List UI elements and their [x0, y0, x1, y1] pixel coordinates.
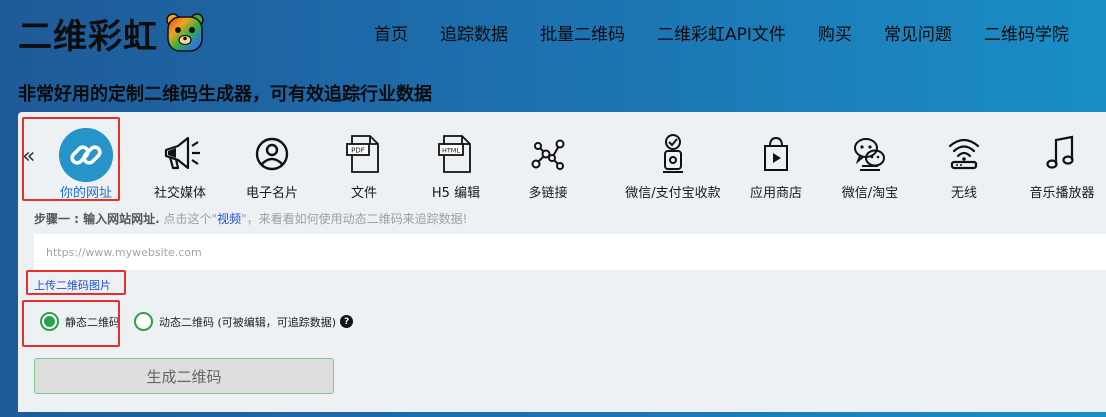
type-tab-payment[interactable]: 微信/支付宝收款 — [618, 120, 728, 210]
logo-text: 二维彩虹 — [18, 16, 158, 57]
type-tab-label: 电子名片 — [245, 186, 298, 201]
help-icon[interactable]: ? — [340, 315, 354, 328]
type-tab-url[interactable]: 你的网址 — [40, 120, 132, 210]
megaphone-icon — [164, 136, 200, 170]
generator-panel: « 你的网址 社交媒体 电子名片 PDF 文件 HTML H5 编辑 多链接 微… — [18, 112, 1106, 412]
type-tab-wechat[interactable]: 微信/淘宝 — [824, 120, 916, 210]
static-qr-label: 静态二维码 — [65, 315, 120, 329]
header: 二维彩虹 首页 追踪数据 批量二维码 二维彩虹API文件 购买 常见问题 二维码… — [0, 0, 1106, 105]
type-tab-appstore[interactable]: 应用商店 — [730, 120, 822, 210]
step-title: 步骤一 : 输入网站网址. — [34, 212, 160, 226]
type-tab-label: 微信/淘宝 — [841, 186, 899, 201]
type-tab-label: 应用商店 — [749, 186, 802, 201]
type-tab-multilink[interactable]: 多链接 — [502, 120, 594, 210]
nav-academy[interactable]: 二维码学院 — [984, 20, 1069, 45]
type-tab-wifi[interactable]: 无线 — [918, 120, 1010, 210]
nav-home[interactable]: 首页 — [374, 20, 408, 45]
generate-button[interactable]: 生成二维码 — [34, 358, 334, 394]
nav-buy[interactable]: 购买 — [818, 20, 852, 45]
type-tab-label: 社交媒体 — [153, 186, 206, 201]
type-tab-label: 微信/支付宝收款 — [625, 186, 721, 201]
chevron-double-left-icon[interactable]: « — [22, 144, 35, 169]
type-tab-h5[interactable]: HTML H5 编辑 — [410, 120, 502, 210]
nav-faq[interactable]: 常见问题 — [884, 20, 952, 45]
qr-type-tabs: 你的网址 社交媒体 电子名片 PDF 文件 HTML H5 编辑 多链接 微信/… — [40, 120, 1106, 210]
type-tab-label: 多链接 — [528, 186, 568, 201]
type-tab-label: H5 编辑 — [431, 186, 481, 201]
type-tab-music[interactable]: 音乐播放器 — [1016, 120, 1106, 210]
svg-text:HTML: HTML — [442, 147, 460, 155]
qr-mode-radios: 静态二维码 动态二维码 (可被编辑，可追踪数据) ? — [40, 312, 354, 331]
dynamic-qr-radio[interactable] — [134, 312, 153, 331]
url-input[interactable] — [34, 234, 1106, 270]
step-text-end: "，来看看如何使用动态二维码来追踪数据! — [241, 212, 468, 226]
user-circle-icon — [255, 137, 289, 171]
rainbow-bear-icon — [166, 13, 204, 52]
wifi-icon — [948, 138, 980, 170]
payment-icon — [663, 134, 683, 173]
wechat-icon — [854, 138, 885, 171]
music-icon — [1046, 135, 1074, 169]
type-tab-file[interactable]: PDF 文件 — [318, 120, 410, 210]
nav-batch[interactable]: 批量二维码 — [540, 20, 625, 45]
svg-text:PDF: PDF — [351, 147, 365, 155]
main-nav: 首页 追踪数据 批量二维码 二维彩虹API文件 购买 常见问题 二维码学院 — [374, 20, 1101, 45]
app-store-icon — [764, 136, 788, 171]
network-icon — [531, 139, 565, 170]
step-instruction: 步骤一 : 输入网站网址. 点击这个"视频"，来看看如何使用动态二维码来追踪数据… — [34, 210, 467, 227]
type-tab-label: 文件 — [350, 186, 377, 201]
upload-qr-link[interactable]: 上传二维码图片 — [34, 277, 111, 293]
nav-api[interactable]: 二维彩虹API文件 — [657, 20, 786, 45]
dynamic-qr-label: 动态二维码 (可被编辑，可追踪数据) — [159, 315, 337, 329]
nav-tracking[interactable]: 追踪数据 — [440, 20, 508, 45]
video-link[interactable]: 视频 — [217, 212, 241, 226]
link-icon — [59, 128, 113, 182]
logo[interactable]: 二维彩虹 — [18, 8, 204, 58]
tagline: 非常好用的定制二维码生成器，可有效追踪行业数据 — [18, 84, 432, 105]
type-tab-label: 无线 — [950, 186, 977, 201]
html-file-icon: HTML — [438, 135, 471, 173]
type-tab-label: 音乐播放器 — [1029, 186, 1095, 201]
pdf-file-icon: PDF — [346, 135, 379, 173]
type-tab-vcard[interactable]: 电子名片 — [226, 120, 318, 210]
type-tab-label: 你的网址 — [59, 186, 112, 201]
type-tab-social[interactable]: 社交媒体 — [134, 120, 226, 210]
step-text: 点击这个" — [159, 212, 218, 226]
static-qr-radio[interactable] — [40, 312, 59, 331]
